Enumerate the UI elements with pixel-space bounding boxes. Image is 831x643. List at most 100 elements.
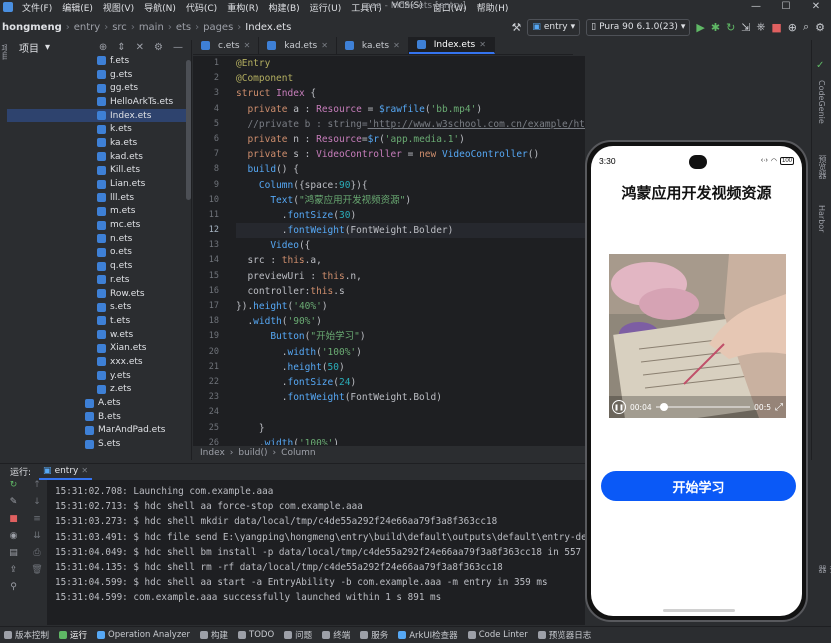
hammer-icon[interactable]: ⚒ [511, 21, 521, 34]
close-icon[interactable]: ✕ [393, 41, 400, 50]
search-icon[interactable]: ⌕ [803, 20, 809, 34]
breadcrumb-item[interactable]: src [110, 22, 129, 33]
file-tree-item[interactable]: Index.ets [7, 108, 187, 123]
profile-icon[interactable]: ⎈ [757, 20, 766, 34]
menu-item[interactable]: 视图(V) [98, 1, 139, 14]
close-icon[interactable]: ✕ [81, 466, 88, 475]
run-icon[interactable]: ▶ [696, 21, 704, 34]
locate-icon[interactable]: ⊕ [99, 42, 107, 53]
device-select[interactable]: ▯ Pura 90 6.1.0(23) ▾ [586, 18, 691, 36]
video-player[interactable]: ❚❚ 00:04 00:5 ⤢ [609, 254, 786, 418]
editor-tab[interactable]: Index.ets ✕ [408, 37, 495, 54]
tool-window-button[interactable]: 构建 [200, 629, 228, 641]
file-tree-item[interactable]: o.ets [7, 246, 187, 260]
project-scrollbar[interactable] [186, 60, 191, 200]
menu-item[interactable]: VCS(S) [387, 1, 428, 14]
file-tree-item[interactable]: f.ets [7, 54, 187, 68]
trash-icon[interactable]: 🗑 [27, 565, 47, 582]
menu-item[interactable]: 工具(T) [346, 1, 387, 14]
minimize-button[interactable]: — [741, 0, 771, 14]
layout-icon[interactable]: ▤ [0, 548, 27, 565]
file-tree-item[interactable]: Kill.ets [7, 164, 187, 178]
file-tree-item[interactable]: Lian.ets [7, 177, 187, 191]
notifications-icon[interactable]: ✓ [816, 60, 824, 71]
run-console[interactable]: 15:31:02.708: Launching com.example.aaa 1… [47, 480, 585, 625]
menu-item[interactable]: 导航(N) [139, 1, 181, 14]
arrow-up-icon[interactable]: ↑ [27, 480, 47, 497]
pause-icon[interactable]: ❚❚ [612, 400, 626, 414]
menu-item[interactable]: 文件(F) [17, 1, 57, 14]
stop-icon[interactable]: ■ [0, 514, 27, 531]
code-area[interactable]: @Entry @Component struct Index { private… [236, 56, 585, 445]
tool-window-button[interactable]: TODO [238, 630, 274, 640]
menu-item[interactable]: 构建(B) [263, 1, 304, 14]
tool-window-button[interactable]: 服务 [360, 629, 388, 641]
file-tree-item[interactable]: y.ets [7, 369, 187, 383]
file-tree-item[interactable]: kad.ets [7, 150, 187, 164]
breadcrumb-item[interactable]: ets [174, 22, 193, 33]
editor-tab[interactable]: kad.ets ✕ [259, 37, 337, 54]
close-icon[interactable]: ✕ [244, 41, 251, 50]
run-config-select[interactable]: ▣ entry ▾ [527, 18, 581, 36]
editor-breadcrumb-item[interactable]: Index [200, 448, 225, 458]
previewer-tool-label[interactable]: 预览器 [817, 155, 828, 179]
close-icon[interactable]: ✕ [136, 42, 144, 53]
scroll-end-icon[interactable]: ⇊ [27, 531, 47, 548]
menu-item[interactable]: 帮助(H) [472, 1, 514, 14]
tool-window-button[interactable]: 问题 [284, 629, 312, 641]
file-tree-item[interactable]: k.ets [7, 122, 187, 136]
collapse-icon[interactable]: ⇕ [117, 42, 125, 53]
soft-wrap-icon[interactable]: ≡ [27, 514, 47, 531]
file-tree-item[interactable]: m.ets [7, 205, 187, 219]
breadcrumb-item[interactable]: hongmeng [0, 22, 64, 33]
editor-breadcrumb-item[interactable]: build() [238, 448, 267, 458]
file-tree-item[interactable]: s.ets [7, 300, 187, 314]
file-tree-item[interactable]: S.ets [7, 437, 187, 451]
file-tree-item[interactable]: B.ets [7, 410, 187, 424]
tool-window-button[interactable]: 运行 [59, 629, 87, 641]
menu-item[interactable]: 重构(R) [222, 1, 263, 14]
hide-icon[interactable]: — [173, 42, 183, 53]
breadcrumb-item[interactable]: main [137, 22, 166, 33]
file-tree-item[interactable]: n.ets [7, 232, 187, 246]
codegenie-tool-label[interactable]: CodeGenie [817, 80, 826, 124]
file-tree-item[interactable]: Xian.ets [7, 341, 187, 355]
file-tree-item[interactable]: lll.ets [7, 191, 187, 205]
close-icon[interactable]: ✕ [321, 41, 328, 50]
rerun-icon[interactable]: ↻ [726, 21, 735, 34]
editor-tab[interactable]: ka.ets ✕ [337, 37, 409, 54]
wrench-icon[interactable]: ✎ [0, 497, 27, 514]
close-icon[interactable]: ✕ [479, 40, 486, 49]
file-tree-item[interactable]: xxx.ets [7, 355, 187, 369]
run-tab-entry[interactable]: ▣ entry ✕ [39, 464, 93, 480]
start-learning-button[interactable]: 开始学习 [601, 471, 796, 501]
menu-item[interactable]: 运行(U) [305, 1, 347, 14]
export-icon[interactable]: ⇪ [0, 565, 27, 582]
video-progress-knob[interactable] [660, 403, 669, 411]
breadcrumb-item[interactable]: pages [201, 22, 235, 33]
tool-window-button[interactable]: Operation Analyzer [97, 630, 190, 640]
video-progress-bar[interactable] [655, 403, 751, 411]
database-inspector-label[interactable]: 数据库检查器 [817, 565, 831, 573]
tool-window-button[interactable]: 预览器日志 [537, 629, 591, 641]
arrow-down-icon[interactable]: ↓ [27, 497, 47, 514]
file-tree-item[interactable]: w.ets [7, 328, 187, 342]
file-tree-item[interactable]: MarAndPad.ets [7, 424, 187, 438]
file-tree-item[interactable]: r.ets [7, 273, 187, 287]
stop-icon[interactable]: ■ [771, 21, 781, 34]
code-editor[interactable]: 1 2 3 4 5 6 7 8 9 10 11 12 13 14 15 16 17 18 19 20 21 22 23 24 2… [193, 56, 585, 445]
tool-window-button[interactable]: Code Linter [467, 630, 528, 640]
breadcrumb-item[interactable]: Index.ets [243, 22, 293, 33]
file-tree-item[interactable]: HelloArkTs.ets [7, 95, 187, 109]
tool-window-button[interactable]: 终端 [322, 629, 350, 641]
editor-breadcrumb-item[interactable]: Column [281, 448, 315, 458]
file-tree-item[interactable]: A.ets [7, 396, 187, 410]
menu-item[interactable]: 窗口(W) [428, 1, 472, 14]
breadcrumb-item[interactable]: entry [72, 22, 102, 33]
file-tree-item[interactable]: z.ets [7, 383, 187, 397]
file-tree-item[interactable]: q.ets [7, 259, 187, 273]
file-tree-item[interactable]: ka.ets [7, 136, 187, 150]
file-tree-item[interactable]: t.ets [7, 314, 187, 328]
harbor-tool-label[interactable]: Harbor [817, 205, 826, 232]
debug-icon[interactable]: ✱ [711, 21, 720, 34]
